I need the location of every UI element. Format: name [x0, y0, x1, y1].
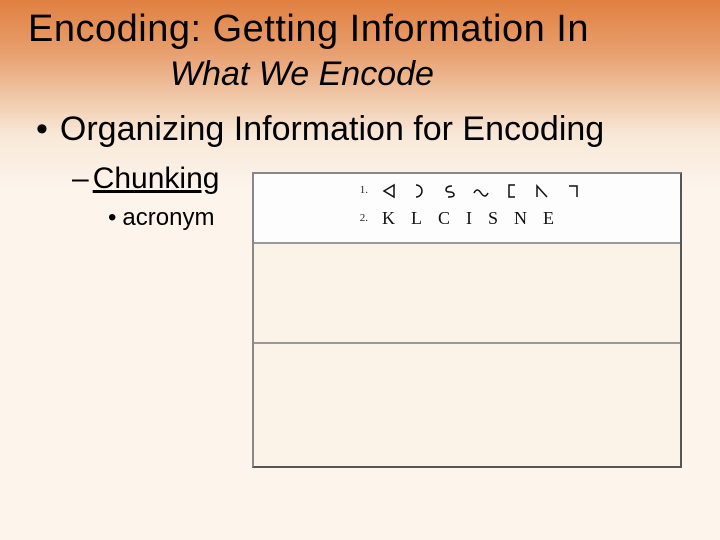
- slide-title: Encoding: Getting Information In: [28, 8, 589, 51]
- figure-line-1: 1.: [354, 180, 580, 201]
- figure-row-2: [254, 244, 680, 344]
- slide-subtitle: What We Encode: [170, 55, 434, 94]
- bracket-left-icon: [506, 183, 518, 199]
- main-bullet: Organizing Information for Encoding: [36, 110, 604, 149]
- triangle-left-icon: [382, 183, 396, 199]
- figure-row-1: 1. 2. KLCISNE: [254, 174, 680, 244]
- half-circle-right-icon: [412, 183, 426, 199]
- figure-line-2: 2. KLCISNE: [354, 201, 580, 235]
- angle-up-left-icon: [534, 183, 550, 199]
- sub-item-label: Chunking: [93, 162, 220, 195]
- s-hook-icon: [442, 183, 456, 199]
- letter-row: KLCISNE: [382, 201, 570, 235]
- sub-sub-item-acronym: acronym: [108, 204, 214, 232]
- figure-content: 1. 2. KLCISNE: [354, 180, 580, 235]
- wave-icon: [472, 183, 490, 199]
- glyph-row: [382, 183, 580, 199]
- sub-item-chunking: –Chunking: [72, 162, 219, 196]
- dash-icon: –: [72, 162, 89, 195]
- corner-top-right-icon: [566, 183, 580, 199]
- figure-panel: 1. 2. KLCISNE: [252, 172, 682, 468]
- line-index-1: 1.: [354, 180, 368, 201]
- line-index-2: 2.: [354, 208, 368, 229]
